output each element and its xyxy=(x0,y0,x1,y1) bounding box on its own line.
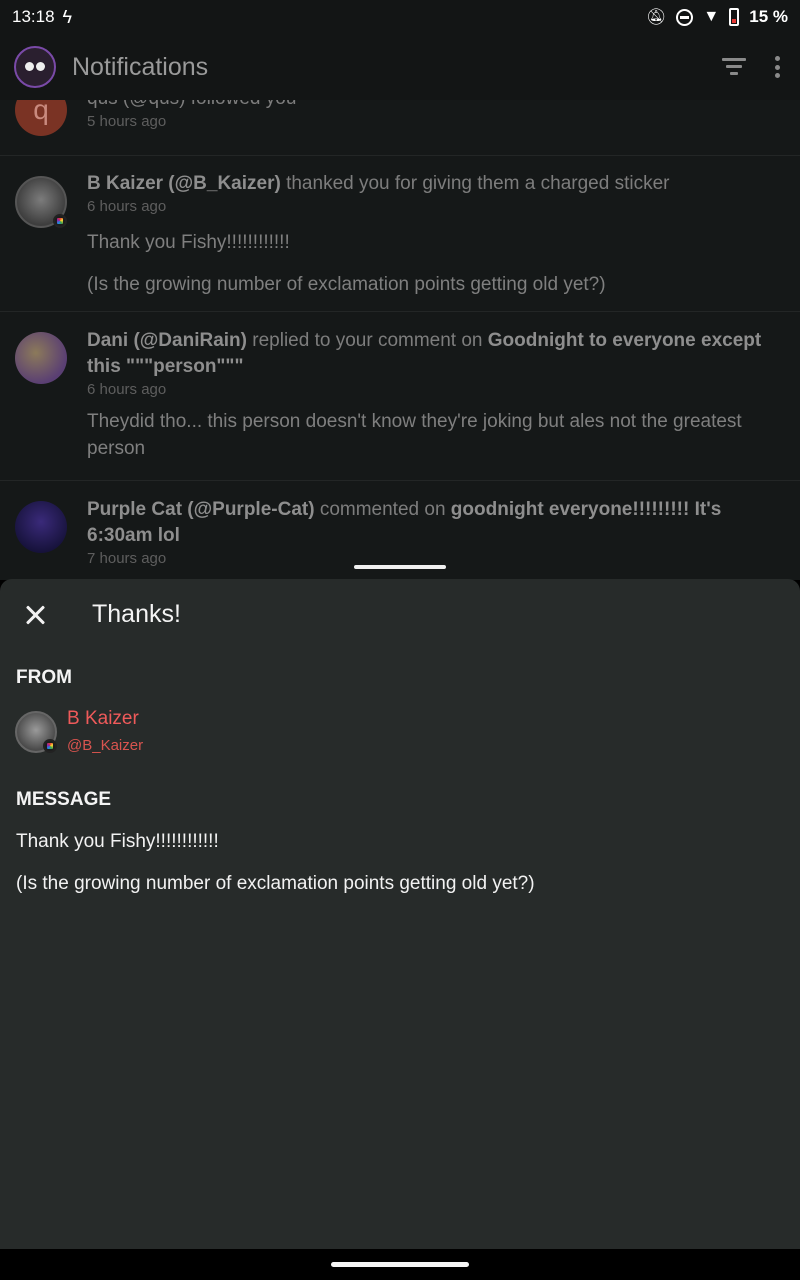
user-avatar[interactable] xyxy=(15,176,67,228)
sticker-badge-icon xyxy=(43,739,57,753)
profile-avatar[interactable] xyxy=(14,46,56,88)
notification-time: 6 hours ago xyxy=(87,381,167,398)
more-options-icon[interactable] xyxy=(774,56,780,78)
message-line: Thank you Fishy!!!!!!!!!!!! xyxy=(16,831,219,852)
thanks-bottom-sheet: Thanks! FROM B Kaizer @B_Kaizer MESSAGE … xyxy=(0,579,800,1249)
notification-item[interactable]: q qus (@qus) followed you 5 hours ago xyxy=(0,100,800,156)
wifi-icon: ▼ xyxy=(703,8,720,25)
notification-body: Theydid tho... this person doesn't know … xyxy=(87,411,742,459)
message-line: (Is the growing number of exclamation po… xyxy=(16,873,535,894)
app-bar: Notifications xyxy=(0,34,800,100)
status-time: 13:18 xyxy=(12,7,55,26)
notification-text: Dani (@DaniRain) replied to your comment… xyxy=(87,330,762,377)
sticker-badge-icon xyxy=(53,214,67,228)
close-icon[interactable] xyxy=(22,601,50,629)
app-bar-actions xyxy=(722,56,780,78)
message-heading: MESSAGE xyxy=(16,789,112,810)
user-avatar[interactable] xyxy=(15,501,67,553)
notification-text: B Kaizer (@B_Kaizer) thanked you for giv… xyxy=(87,173,670,194)
sender-handle[interactable]: @B_Kaizer xyxy=(67,737,143,754)
from-heading: FROM xyxy=(16,667,72,688)
notification-text: Purple Cat (@Purple-Cat) commented on go… xyxy=(87,499,722,546)
notification-time: 5 hours ago xyxy=(87,113,167,130)
sender-name[interactable]: B Kaizer xyxy=(67,708,139,730)
user-avatar[interactable]: q xyxy=(15,100,67,136)
page-title: Notifications xyxy=(72,52,209,81)
user-avatar[interactable] xyxy=(15,332,67,384)
battery-percent: 15 % xyxy=(749,7,788,26)
battery-icon xyxy=(729,8,740,26)
charging-bolt-icon: ϟ xyxy=(62,6,73,27)
notification-item[interactable]: B Kaizer (@B_Kaizer) thanked you for giv… xyxy=(0,156,800,312)
sheet-drag-handle[interactable] xyxy=(354,565,446,569)
sender-avatar[interactable] xyxy=(15,711,57,753)
home-gesture-pill[interactable] xyxy=(331,1262,469,1267)
filter-icon[interactable] xyxy=(722,58,746,76)
status-icons: 🔕︎ ▼ 15 % xyxy=(646,7,788,27)
notification-item[interactable]: Dani (@DaniRain) replied to your comment… xyxy=(0,312,800,481)
notifications-muted-icon: 🔕︎ xyxy=(646,9,667,26)
notifications-feed[interactable]: q qus (@qus) followed you 5 hours ago B … xyxy=(0,100,800,580)
notification-time: 6 hours ago xyxy=(87,198,167,215)
notification-text: qus (@qus) followed you xyxy=(87,100,782,112)
status-bar: 13:18 ϟ 🔕︎ ▼ 15 % xyxy=(0,0,800,34)
do-not-disturb-icon xyxy=(676,8,694,26)
system-nav-bar xyxy=(0,1249,800,1280)
notification-body: Thank you Fishy!!!!!!!!!!!! (Is the grow… xyxy=(87,232,606,295)
sheet-title: Thanks! xyxy=(92,600,181,628)
